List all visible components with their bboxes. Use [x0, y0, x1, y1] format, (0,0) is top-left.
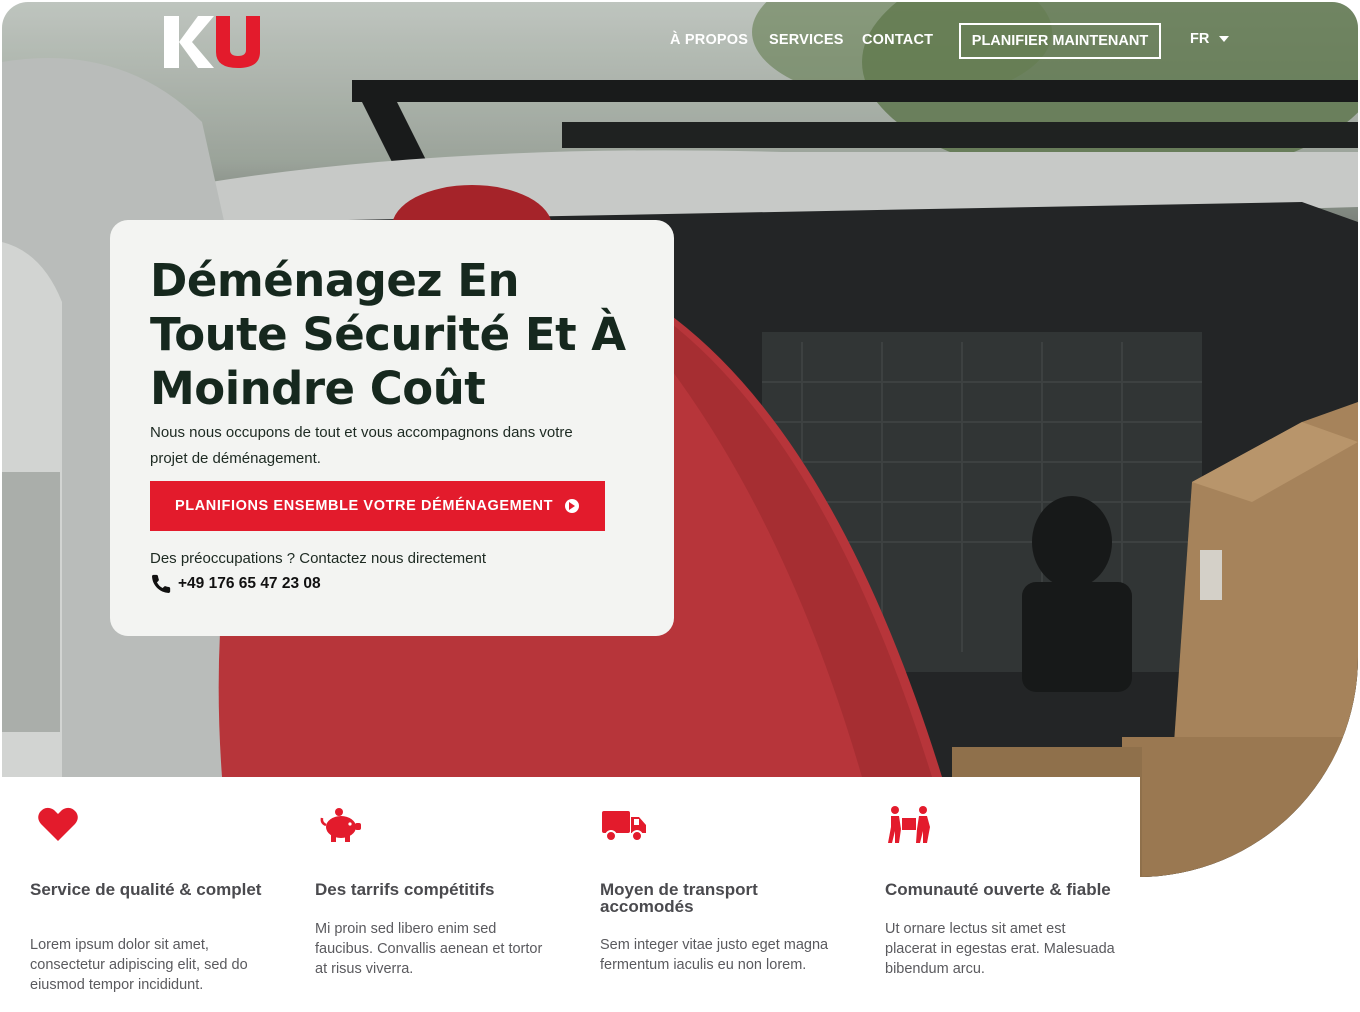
feature-text: Sem integer vitae justo eget magna ferme…: [600, 937, 829, 973]
contact-prompt: Des préoccupations ? Contactez nous dire…: [150, 550, 487, 567]
caret-down-icon: [1219, 36, 1230, 42]
feature-title: Des tarrifs compétitifs: [315, 880, 495, 899]
hero-subtitle: Nous nous occupons de tout et vous accom…: [150, 424, 573, 467]
nav-link-contact[interactable]: CONTACT: [862, 32, 933, 48]
arrow-circle-right-icon: [565, 499, 579, 513]
phone-icon: [152, 574, 171, 593]
hero-title: Déménagez En Toute Sécurité Et À Moindre…: [150, 254, 626, 415]
feature-title: Comunauté ouverte & fiable: [885, 880, 1111, 899]
feature-text: Mi proin sed libero enim sed faucibus. C…: [315, 921, 543, 977]
nav-link-a-propos[interactable]: À PROPOS: [670, 32, 748, 48]
language-label: FR: [1190, 31, 1210, 47]
nav-link-services[interactable]: SERVICES: [769, 32, 844, 48]
feature-title: Moyen de transport accomodés: [600, 880, 758, 916]
piggy-bank-icon: [320, 808, 361, 842]
plan-move-button[interactable]: PLANIFIONS ENSEMBLE VOTRE DÉMÉNAGEMENT: [150, 481, 605, 531]
brand-logo[interactable]: [162, 12, 262, 70]
plan-move-button-label: PLANIFIONS ENSEMBLE VOTRE DÉMÉNAGEMENT: [175, 498, 554, 514]
people-carry-icon: [888, 806, 930, 843]
heart-icon: [38, 807, 78, 841]
feature-title: Service de qualité & complet: [30, 880, 262, 899]
hero-card: Déménagez En Toute Sécurité Et À Moindre…: [110, 220, 674, 636]
language-selector[interactable]: FR: [1190, 31, 1230, 47]
truck-icon: [602, 811, 646, 842]
features-section: Service de qualité & complet Lorem ipsum…: [2, 777, 1140, 1010]
phone-link[interactable]: +49 176 65 47 23 08: [150, 573, 321, 595]
feature-text: Lorem ipsum dolor sit amet, consectetur …: [30, 937, 248, 993]
page-frame: À PROPOS SERVICES CONTACT PLANIFIER MAIN…: [2, 2, 1358, 1010]
feature-text: Ut ornare lectus sit amet est placerat i…: [885, 921, 1115, 977]
phone-number: +49 176 65 47 23 08: [178, 575, 321, 592]
schedule-now-button[interactable]: PLANIFIER MAINTENANT: [959, 23, 1161, 59]
